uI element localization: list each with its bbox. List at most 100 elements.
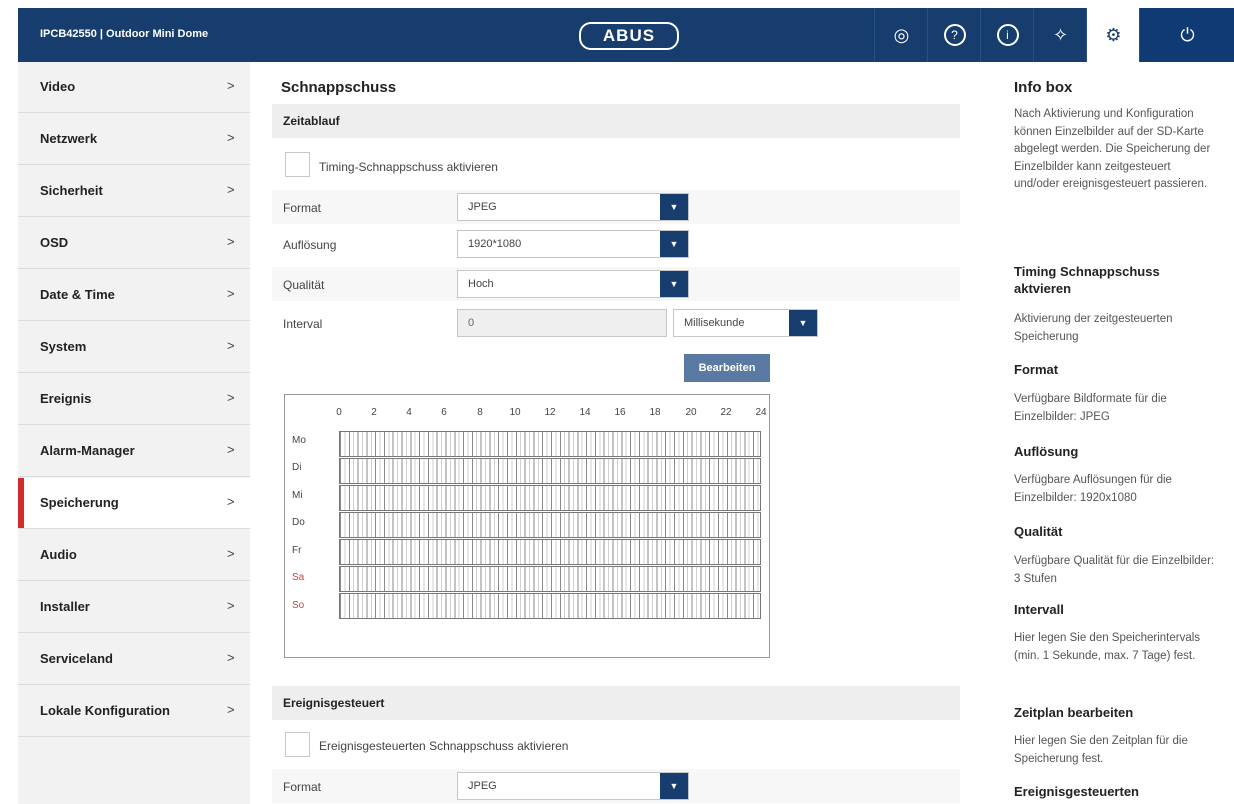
live-view-button[interactable]: ◎ xyxy=(874,8,928,62)
section-header-ereignisgesteuert: Ereignisgesteuert xyxy=(272,686,960,720)
wizard-icon: ✧ xyxy=(1052,24,1069,45)
sidebar-item-audio[interactable]: Audio > xyxy=(18,530,250,581)
sidebar-item-serviceland[interactable]: Serviceland > xyxy=(18,634,250,685)
sidebar-item-date-time[interactable]: Date & Time > xyxy=(18,270,250,321)
device-title: IPCB42550 | Outdoor Mini Dome xyxy=(40,28,209,40)
schedule-row-do[interactable] xyxy=(339,512,761,538)
chevron-right-icon: > xyxy=(227,702,235,717)
info-text-zeitplan: Hier legen Sie den Zeitplan für die Spei… xyxy=(1014,735,1188,765)
format-value: JPEG xyxy=(468,201,497,213)
interval-unit-select[interactable]: Millisekunde ▼ xyxy=(673,309,818,337)
edit-schedule-button[interactable]: Bearbeiten xyxy=(684,354,770,382)
hour-label: 22 xyxy=(720,407,732,418)
chevron-down-icon: ▼ xyxy=(789,310,817,336)
timing-snapshot-label: Timing-Schnappschuss aktivieren xyxy=(319,160,498,174)
resolution-value: 1920*1080 xyxy=(468,238,522,250)
sidebar-item-speicherung[interactable]: Speicherung > xyxy=(18,478,250,529)
hour-label: 16 xyxy=(614,407,626,418)
hour-label: 2 xyxy=(371,407,377,418)
info-intro: Nach Aktivierung und Konfiguration könne… xyxy=(1014,108,1211,190)
sidebar: Video > Netzwerk > Sicherheit > OSD > Da… xyxy=(18,62,250,804)
chevron-right-icon: > xyxy=(227,182,235,197)
hour-label: 12 xyxy=(544,407,556,418)
event-snapshot-checkbox[interactable] xyxy=(285,732,310,757)
info-heading-zeitplan: Zeitplan bearbeiten xyxy=(1014,705,1134,720)
sidebar-item-label: Date & Time xyxy=(40,287,115,302)
chevron-down-icon: ▼ xyxy=(660,773,688,799)
info-heading-aufloesung: Auflösung xyxy=(1014,444,1079,459)
wizard-button[interactable]: ✧ xyxy=(1033,8,1087,62)
day-label: Do xyxy=(292,517,305,528)
section-header-zeitablauf: Zeitablauf xyxy=(272,104,960,138)
sidebar-item-label: Serviceland xyxy=(40,651,113,666)
schedule-row-sa[interactable] xyxy=(339,566,761,592)
chevron-right-icon: > xyxy=(227,130,235,145)
quality-select[interactable]: Hoch ▼ xyxy=(457,270,689,298)
chevron-down-icon: ▼ xyxy=(660,231,688,257)
chevron-right-icon: > xyxy=(227,390,235,405)
sidebar-item-label: Ereignis xyxy=(40,391,92,406)
sidebar-item-video[interactable]: Video > xyxy=(18,62,250,113)
help-button[interactable]: ? xyxy=(927,8,981,62)
sidebar-item-alarm-manager[interactable]: Alarm-Manager > xyxy=(18,426,250,477)
schedule-row-di[interactable] xyxy=(339,458,761,484)
info-text-qualitaet: Verfügbare Qualität für die Einzelbilder… xyxy=(1014,555,1215,585)
day-label: Di xyxy=(292,462,302,473)
day-label: Fr xyxy=(292,545,302,556)
format-label: Format xyxy=(283,201,322,215)
settings-button[interactable]: ⚙ xyxy=(1086,8,1140,62)
abus-logo: ABUS xyxy=(579,22,679,50)
format-select[interactable]: JPEG ▼ xyxy=(457,193,689,221)
chevron-right-icon: > xyxy=(227,442,235,457)
hour-label: 4 xyxy=(406,407,412,418)
sidebar-item-ereignis[interactable]: Ereignis > xyxy=(18,374,250,425)
hour-label: 6 xyxy=(441,407,447,418)
chevron-down-icon: ▼ xyxy=(660,194,688,220)
day-label: Mi xyxy=(292,490,303,501)
hour-label: 10 xyxy=(509,407,521,418)
resolution-label: Auflösung xyxy=(283,238,337,252)
schedule-row-so[interactable] xyxy=(339,593,761,619)
info-heading-qualitaet: Qualität xyxy=(1014,524,1063,539)
schedule-row-mi[interactable] xyxy=(339,485,761,511)
format-row: Format JPEG ▼ xyxy=(272,190,960,224)
section-title: Ereignisgesteuert xyxy=(283,696,385,710)
sidebar-item-label: OSD xyxy=(40,235,69,250)
sidebar-item-label: Audio xyxy=(40,547,77,562)
event-format-select[interactable]: JPEG ▼ xyxy=(457,772,689,800)
timing-snapshot-checkbox[interactable] xyxy=(285,152,310,177)
sidebar-item-label: Video xyxy=(40,79,76,94)
day-label: So xyxy=(292,600,305,611)
chevron-right-icon: > xyxy=(227,338,235,353)
interval-row: Interval 0 Millisekunde ▼ xyxy=(272,306,960,340)
sidebar-item-installer[interactable]: Installer > xyxy=(18,582,250,633)
interval-label: Interval xyxy=(283,317,323,331)
info-box-title: Info box xyxy=(1014,79,1073,96)
resolution-select[interactable]: 1920*1080 ▼ xyxy=(457,230,689,258)
sidebar-item-netzwerk[interactable]: Netzwerk > xyxy=(18,114,250,165)
power-button[interactable]: ⏻ xyxy=(1139,8,1234,62)
info-button[interactable]: i xyxy=(980,8,1034,62)
schedule-row-mo[interactable] xyxy=(339,431,761,457)
info-box: Info box Nach Aktivierung und Konfigurat… xyxy=(1000,62,1234,804)
hour-label: 18 xyxy=(649,407,661,418)
power-icon: ⏻ xyxy=(1180,24,1195,45)
chevron-right-icon: > xyxy=(227,650,235,665)
sidebar-item-lokale-konfiguration[interactable]: Lokale Konfiguration > xyxy=(18,686,250,737)
sidebar-item-label: Lokale Konfiguration xyxy=(40,703,170,718)
quality-row: Qualität Hoch ▼ xyxy=(272,267,960,301)
schedule-grid: 0 2 4 6 8 10 12 14 16 18 20 22 24 Mo Di … xyxy=(284,394,770,658)
chevron-right-icon: > xyxy=(227,598,235,613)
chevron-down-icon: ▼ xyxy=(660,271,688,297)
sidebar-item-sicherheit[interactable]: Sicherheit > xyxy=(18,166,250,217)
help-icon: ? xyxy=(943,24,966,46)
event-format-row: Format JPEG ▼ xyxy=(272,769,960,803)
info-text-format: Verfügbare Bildformate für die Einzelbil… xyxy=(1014,393,1167,423)
schedule-row-fr[interactable] xyxy=(339,539,761,565)
interval-input[interactable]: 0 xyxy=(457,309,667,337)
sidebar-item-osd[interactable]: OSD > xyxy=(18,218,250,269)
quality-value: Hoch xyxy=(468,278,494,290)
info-text-timing: Aktivierung der zeitgesteuerten Speicher… xyxy=(1014,313,1173,343)
sidebar-item-system[interactable]: System > xyxy=(18,322,250,373)
page-title: Schnappschuss xyxy=(281,79,397,96)
